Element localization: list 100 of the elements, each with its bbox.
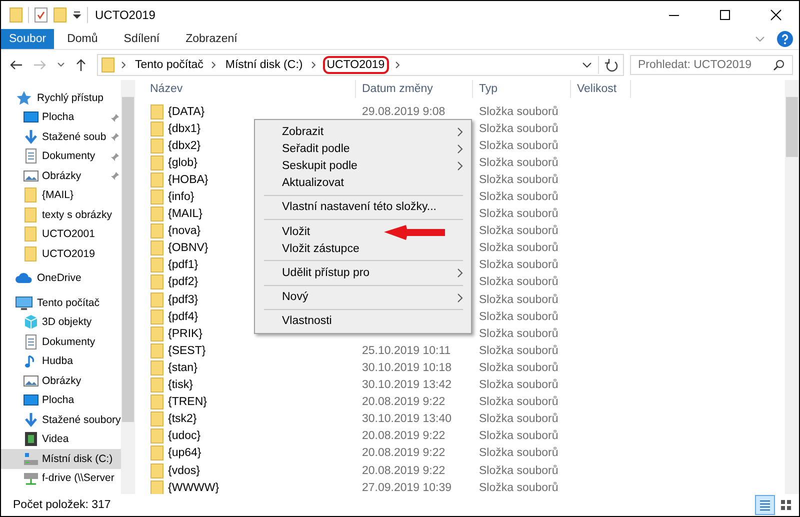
breadcrumb[interactable]: Tento počítač [133, 58, 206, 72]
file-type: Složka souborů [479, 174, 558, 186]
file-type: Složka souborů [479, 156, 558, 169]
recent-dropdown-icon[interactable] [57, 62, 65, 68]
item-count: Počet položek: 317 [13, 499, 111, 511]
ribbon-tab[interactable]: Sdílení [110, 29, 173, 49]
file-type: Složka souborů [479, 362, 558, 374]
column-header[interactable]: Datum změny [356, 80, 473, 98]
document-icon [23, 148, 39, 164]
nav-item[interactable]: texty s obrázky [1, 205, 121, 224]
chevron-down-icon[interactable] [582, 61, 592, 69]
folder-icon [23, 187, 39, 204]
details-view-icon[interactable] [755, 495, 775, 515]
pin-icon[interactable] [110, 152, 120, 162]
address-bar[interactable]: Tento počítač Místní disk (C:) UCTO2019 [97, 54, 624, 76]
help-icon[interactable] [777, 31, 793, 47]
folder-icon [150, 308, 164, 325]
folder-icon [150, 172, 164, 188]
ribbon-tab[interactable]: Soubor [1, 29, 54, 49]
ribbon-tab[interactable]: Domů [54, 29, 111, 49]
nav-item[interactable]: Místní disk (C:) [1, 449, 121, 468]
chevron-right-icon[interactable] [394, 61, 401, 69]
file-name: {pdf2} [168, 276, 198, 288]
column-header[interactable]: Název [135, 80, 356, 98]
pin-icon[interactable] [110, 132, 120, 142]
file-name: {pdf3} [168, 294, 198, 306]
properties-icon[interactable] [34, 7, 48, 23]
file-name: {TREN} [168, 396, 207, 408]
search-field[interactable]: Prohledat: UCTO2019 [630, 55, 793, 75]
scrollbar[interactable] [785, 80, 799, 494]
folder-icon [150, 154, 164, 171]
nav-item[interactable]: OneDrive [1, 268, 121, 288]
file-type: Složka souborů [479, 140, 558, 152]
modified-date: 27.09.2019 10:39 [362, 482, 452, 494]
nav-item[interactable]: f-drive (\\Server [1, 468, 121, 488]
desktop-icon [23, 109, 39, 126]
menu-item[interactable]: Zobrazit [255, 123, 471, 140]
file-type: Složka souborů [479, 276, 558, 288]
folder-icon [9, 7, 23, 23]
nav-item[interactable]: Obrázky [1, 166, 121, 186]
scrollbar[interactable] [121, 80, 135, 494]
nav-item[interactable]: {MAIL} [1, 186, 121, 205]
nav-item[interactable]: UCTO2019 [1, 244, 121, 264]
modified-date: 30.10.2019 13:40 [362, 413, 452, 426]
nav-item[interactable]: Stažené soub [1, 127, 121, 146]
breadcrumb[interactable]: Místní disk (C:) [223, 58, 305, 72]
modified-date: 30.10.2019 13:42 [362, 379, 452, 392]
folder-icon [150, 257, 164, 274]
chevron-right-icon[interactable] [211, 61, 218, 69]
folder-icon [23, 246, 39, 262]
nav-item[interactable]: Plocha [1, 390, 121, 410]
nav-item[interactable]: Plocha [1, 108, 121, 127]
nav-item[interactable]: Rychlý přístup [1, 88, 121, 108]
menu-item[interactable]: Nový [255, 288, 471, 306]
folder-icon [150, 274, 164, 290]
file-type: Složka souborů [479, 482, 558, 494]
menu-item[interactable]: Aktualizovat [255, 174, 471, 192]
file-type: Složka souborů [479, 464, 558, 477]
nav-item[interactable]: Dokumenty [1, 146, 121, 166]
window-title: UCTO2019 [95, 8, 156, 22]
file-type: Složka souborů [479, 344, 558, 357]
pin-icon[interactable] [110, 171, 120, 181]
nav-item[interactable]: UCTO2001 [1, 224, 121, 244]
chevron-right-icon[interactable] [310, 61, 317, 69]
nav-item[interactable]: Stažené soubory [1, 410, 121, 430]
column-header[interactable]: Velikost [571, 80, 631, 98]
menu-item[interactable]: Udělit přístup pro [255, 264, 471, 282]
folder-icon [150, 462, 164, 479]
column-header[interactable]: Typ [473, 80, 571, 98]
desktop-icon [23, 392, 39, 408]
nav-item[interactable]: Tento počítač [1, 293, 121, 312]
file-type: Složka souborů [479, 310, 558, 323]
nav-item[interactable]: Hudba [1, 352, 121, 371]
dropdown-icon[interactable] [72, 10, 82, 20]
menu-item[interactable]: Vlastní nastavení této složky... [255, 198, 471, 216]
breadcrumb[interactable]: UCTO2019 [322, 56, 389, 74]
up-arrow-icon[interactable] [75, 58, 87, 72]
back-arrow-icon[interactable] [9, 59, 23, 71]
pin-icon[interactable] [110, 112, 120, 122]
file-name: {WWWW} [168, 482, 220, 494]
nav-item[interactable]: Videa [1, 430, 121, 449]
nav-item[interactable]: Obrázky [1, 371, 121, 390]
chevron-right-icon[interactable] [121, 61, 127, 69]
download-icon [23, 412, 39, 428]
modified-date: 20.08.2019 9:22 [362, 430, 446, 442]
nav-item[interactable]: 3D objekty [1, 312, 121, 332]
menu-item[interactable]: Seřadit podle [255, 140, 471, 158]
file-type: Složka souborů [479, 242, 558, 254]
folder-icon [101, 57, 115, 73]
file-type: Složka souborů [479, 294, 558, 306]
computer-icon [15, 294, 33, 311]
menu-item[interactable]: Vložit [255, 222, 471, 240]
file-type: Složka souborů [479, 191, 558, 204]
nav-item[interactable]: Dokumenty [1, 332, 121, 352]
ribbon-tab[interactable]: Zobrazení [172, 29, 250, 49]
menu-item[interactable]: Vložit zástupce [255, 240, 471, 258]
menu-item[interactable]: Vlastnosti [255, 312, 471, 330]
modified-date: 29.08.2019 9:08 [362, 106, 446, 118]
folder-icon [150, 223, 164, 240]
menu-item[interactable]: Seskupit podle [255, 157, 471, 175]
